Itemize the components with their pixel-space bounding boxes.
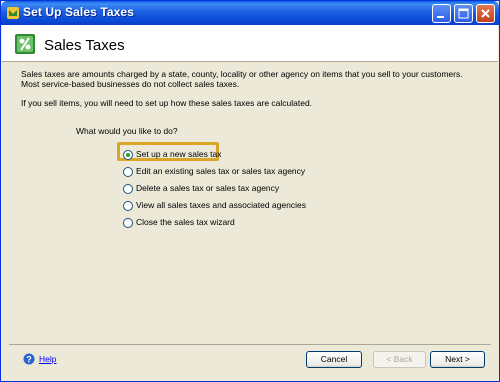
minimize-button[interactable]	[432, 4, 451, 23]
back-button: < Back	[373, 351, 426, 368]
sales-tax-icon	[15, 34, 35, 54]
window-title: Set Up Sales Taxes	[23, 5, 134, 19]
title-bar[interactable]: Set Up Sales Taxes	[1, 1, 499, 25]
minimize-icon	[437, 16, 444, 18]
intro-text-line-2: Most service-based businesses do not col…	[21, 79, 240, 89]
wizard-window: Set Up Sales Taxes Sales Taxes Sales tax…	[0, 0, 500, 382]
maximize-button[interactable]	[454, 4, 473, 23]
radio-button[interactable]	[123, 218, 133, 228]
intro-text-line-1: Sales taxes are amounts charged by a sta…	[21, 69, 463, 79]
wizard-header: Sales Taxes	[2, 25, 498, 61]
help-icon: ?	[23, 353, 35, 365]
option-label[interactable]: View all sales taxes and associated agen…	[136, 200, 306, 210]
option-label[interactable]: Close the sales tax wizard	[136, 217, 235, 227]
intro-text-line-3: If you sell items, you will need to set …	[21, 98, 313, 108]
quickbooks-app-icon	[7, 7, 19, 19]
cancel-button[interactable]: Cancel	[306, 351, 362, 368]
radio-button[interactable]	[123, 167, 133, 177]
question-label: What would you like to do?	[76, 126, 178, 136]
option-label[interactable]: Edit an existing sales tax or sales tax …	[136, 166, 305, 176]
close-button[interactable]	[476, 4, 495, 23]
header-divider	[2, 61, 498, 62]
option-label[interactable]: Delete a sales tax or sales tax agency	[136, 183, 279, 193]
maximize-icon	[458, 8, 469, 19]
radio-button[interactable]	[123, 150, 133, 160]
radio-selected-dot	[126, 153, 130, 157]
close-icon	[481, 9, 490, 18]
radio-button[interactable]	[123, 201, 133, 211]
page-title: Sales Taxes	[44, 37, 125, 54]
next-button[interactable]: Next >	[430, 351, 485, 368]
footer-divider	[9, 344, 491, 345]
radio-button[interactable]	[123, 184, 133, 194]
option-label[interactable]: Set up a new sales tax	[136, 149, 222, 159]
help-label[interactable]: Help	[39, 354, 56, 364]
svg-text:?: ?	[26, 355, 32, 365]
